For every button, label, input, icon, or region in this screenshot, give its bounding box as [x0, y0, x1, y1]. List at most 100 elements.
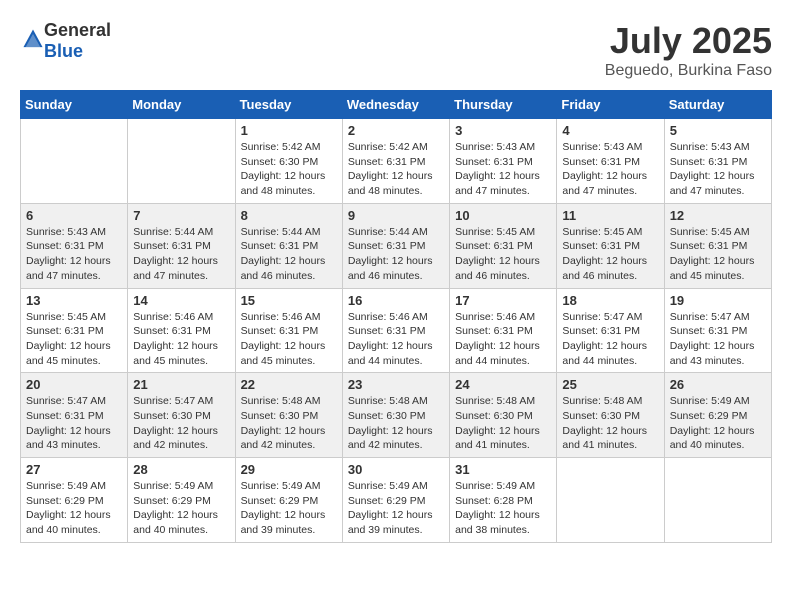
daylight-text: Daylight: 12 hours and 46 minutes. [348, 255, 433, 282]
sunset-text: Sunset: 6:31 PM [348, 325, 426, 337]
day-info: Sunrise: 5:45 AM Sunset: 6:31 PM Daylight:… [562, 225, 658, 284]
daylight-text: Daylight: 12 hours and 40 minutes. [133, 509, 218, 536]
sunrise-text: Sunrise: 5:45 AM [562, 226, 642, 238]
sunrise-text: Sunrise: 5:43 AM [562, 141, 642, 153]
day-number: 4 [562, 123, 658, 138]
day-number: 22 [241, 377, 337, 392]
logo-text: General Blue [44, 20, 111, 62]
day-info: Sunrise: 5:49 AMSunset: 6:29 PMDaylight:… [241, 479, 337, 538]
calendar-cell: 5Sunrise: 5:43 AMSunset: 6:31 PMDaylight… [664, 119, 771, 204]
day-info: Sunrise: 5:45 AMSunset: 6:31 PMDaylight:… [455, 225, 551, 284]
calendar-cell: 21 Sunrise: 5:47 AMSunset: 6:30 PMDayligh… [128, 373, 235, 458]
daylight-text: Daylight: 12 hours and 47 minutes. [133, 255, 218, 282]
month-title: July 2025 [605, 20, 772, 62]
day-number: 25 [562, 377, 658, 392]
daylight-text: Daylight: 12 hours and 46 minutes. [562, 255, 647, 282]
calendar-cell: 27Sunrise: 5:49 AMSunset: 6:29 PMDayligh… [21, 458, 128, 543]
sunset-text: Sunset: 6:31 PM [562, 240, 640, 252]
day-number: 9 [348, 208, 444, 223]
calendar-week-row: 20Sunrise: 5:47 AMSunset: 6:31 PMDayligh… [21, 373, 772, 458]
day-info: Sunrise: 5:44 AMSunset: 6:31 PMDaylight:… [348, 225, 444, 284]
sunset-text: Sunset: 6:29 PM [670, 410, 748, 422]
day-info: Sunrise: 5:48 AMSunset: 6:30 PMDaylight:… [241, 394, 337, 453]
sunset-text: Sunset: 6:30 PM [241, 156, 319, 168]
calendar-cell: 15Sunrise: 5:46 AMSunset: 6:31 PMDayligh… [235, 288, 342, 373]
day-number: 21 [133, 377, 229, 392]
sunset-text: Sunset: 6:31 PM [348, 240, 426, 252]
daylight-text: Daylight: 12 hours and 40 minutes. [26, 509, 111, 536]
day-number: 6 [26, 208, 122, 223]
day-info: Sunrise: 5:43 AMSunset: 6:31 PMDaylight:… [455, 140, 551, 199]
calendar-cell: 20Sunrise: 5:47 AMSunset: 6:31 PMDayligh… [21, 373, 128, 458]
calendar-cell: 9 Sunrise: 5:44 AMSunset: 6:31 PMDaylight… [342, 203, 449, 288]
day-info: Sunrise: 5:44 AMSunset: 6:31 PMDaylight:… [241, 225, 337, 284]
sunrise-text: Sunrise: 5:49 AM [26, 480, 106, 492]
day-number: 19 [670, 293, 766, 308]
daylight-text: Daylight: 12 hours and 45 minutes. [26, 340, 111, 367]
day-number: 27 [26, 462, 122, 477]
daylight-text: Daylight: 12 hours and 43 minutes. [26, 425, 111, 452]
calendar-cell: 6Sunrise: 5:43 AMSunset: 6:31 PMDaylight… [21, 203, 128, 288]
daylight-text: Daylight: 12 hours and 45 minutes. [670, 255, 755, 282]
day-info: Sunrise: 5:49 AMSunset: 6:29 PMDaylight:… [670, 394, 766, 453]
day-number: 30 [348, 462, 444, 477]
logo-blue: Blue [44, 41, 83, 61]
sunset-text: Sunset: 6:31 PM [670, 325, 748, 337]
calendar-cell: 23Sunrise: 5:48 AMSunset: 6:30 PMDayligh… [342, 373, 449, 458]
daylight-text: Daylight: 12 hours and 42 minutes. [133, 425, 218, 452]
sunset-text: Sunset: 6:30 PM [241, 410, 319, 422]
sunset-text: Sunset: 6:31 PM [348, 156, 426, 168]
day-info: Sunrise: 5:44 AMSunset: 6:31 PMDaylight:… [133, 225, 229, 284]
sunset-text: Sunset: 6:30 PM [133, 410, 211, 422]
calendar-cell: 25Sunrise: 5:48 AMSunset: 6:30 PMDayligh… [557, 373, 664, 458]
sunrise-text: Sunrise: 5:47 AM [26, 395, 106, 407]
day-number: 29 [241, 462, 337, 477]
calendar-header-row: SundayMondayTuesdayWednesdayThursdayFrid… [21, 91, 772, 119]
day-number: 3 [455, 123, 551, 138]
day-number: 1 [241, 123, 337, 138]
calendar-week-row: 6Sunrise: 5:43 AMSunset: 6:31 PMDaylight… [21, 203, 772, 288]
calendar-cell: 11Sunrise: 5:45 AMSunset: 6:31 PMDayligh… [557, 203, 664, 288]
daylight-text: Daylight: 12 hours and 45 minutes. [133, 340, 218, 367]
sunrise-text: Sunrise: 5:46 AM [455, 311, 535, 323]
calendar-cell: 7 Sunrise: 5:44 AMSunset: 6:31 PMDaylight… [128, 203, 235, 288]
day-info: Sunrise: 5:47 AMSunset: 6:30 PMDaylight:… [133, 394, 229, 453]
day-info: Sunrise: 5:47 AMSunset: 6:31 PMDaylight:… [670, 310, 766, 369]
sunset-text: Sunset: 6:31 PM [26, 325, 104, 337]
sunrise-text: Sunrise: 5:42 AM [241, 141, 321, 153]
calendar-cell: 8Sunrise: 5:44 AMSunset: 6:31 PMDaylight… [235, 203, 342, 288]
day-info: Sunrise: 5:45 AMSunset: 6:31 PMDaylight:… [670, 225, 766, 284]
calendar-cell [664, 458, 771, 543]
sunset-text: Sunset: 6:31 PM [241, 240, 319, 252]
day-number: 15 [241, 293, 337, 308]
day-number: 23 [348, 377, 444, 392]
daylight-text: Daylight: 12 hours and 42 minutes. [241, 425, 326, 452]
sunrise-text: Sunrise: 5:47 AM [670, 311, 750, 323]
calendar-cell: 10Sunrise: 5:45 AMSunset: 6:31 PMDayligh… [450, 203, 557, 288]
day-number: 12 [670, 208, 766, 223]
logo-general: General [44, 20, 111, 40]
day-number: 7 [133, 208, 229, 223]
logo: General Blue [20, 20, 111, 62]
sunrise-text: Sunrise: 5:49 AM [670, 395, 750, 407]
calendar-week-row: 1 Sunrise: 5:42 AM Sunset: 6:30 PM Daylight… [21, 119, 772, 204]
sunset-text: Sunset: 6:31 PM [562, 325, 640, 337]
sunrise-text: Sunrise: 5:49 AM [241, 480, 321, 492]
sunset-text: Sunset: 6:31 PM [455, 240, 533, 252]
sunrise-text: Sunrise: 5:49 AM [133, 480, 213, 492]
sunrise-text: Sunrise: 5:45 AM [26, 311, 106, 323]
daylight-text: Daylight: 12 hours and 42 minutes. [348, 425, 433, 452]
calendar-cell: 16Sunrise: 5:46 AMSunset: 6:31 PMDayligh… [342, 288, 449, 373]
sunset-text: Sunset: 6:29 PM [241, 495, 319, 507]
day-of-week-friday: Friday [557, 91, 664, 119]
day-of-week-sunday: Sunday [21, 91, 128, 119]
daylight-text: Daylight: 12 hours and 48 minutes. [348, 170, 433, 197]
day-info: Sunrise: 5:43 AMSunset: 6:31 PMDaylight:… [562, 140, 658, 199]
day-number: 28 [133, 462, 229, 477]
sunrise-text: Sunrise: 5:49 AM [455, 480, 535, 492]
calendar-cell: 30Sunrise: 5:49 AMSunset: 6:29 PMDayligh… [342, 458, 449, 543]
calendar-cell: 26Sunrise: 5:49 AMSunset: 6:29 PMDayligh… [664, 373, 771, 458]
sunrise-text: Sunrise: 5:42 AM [348, 141, 428, 153]
sunrise-text: Sunrise: 5:44 AM [241, 226, 321, 238]
calendar-cell [557, 458, 664, 543]
